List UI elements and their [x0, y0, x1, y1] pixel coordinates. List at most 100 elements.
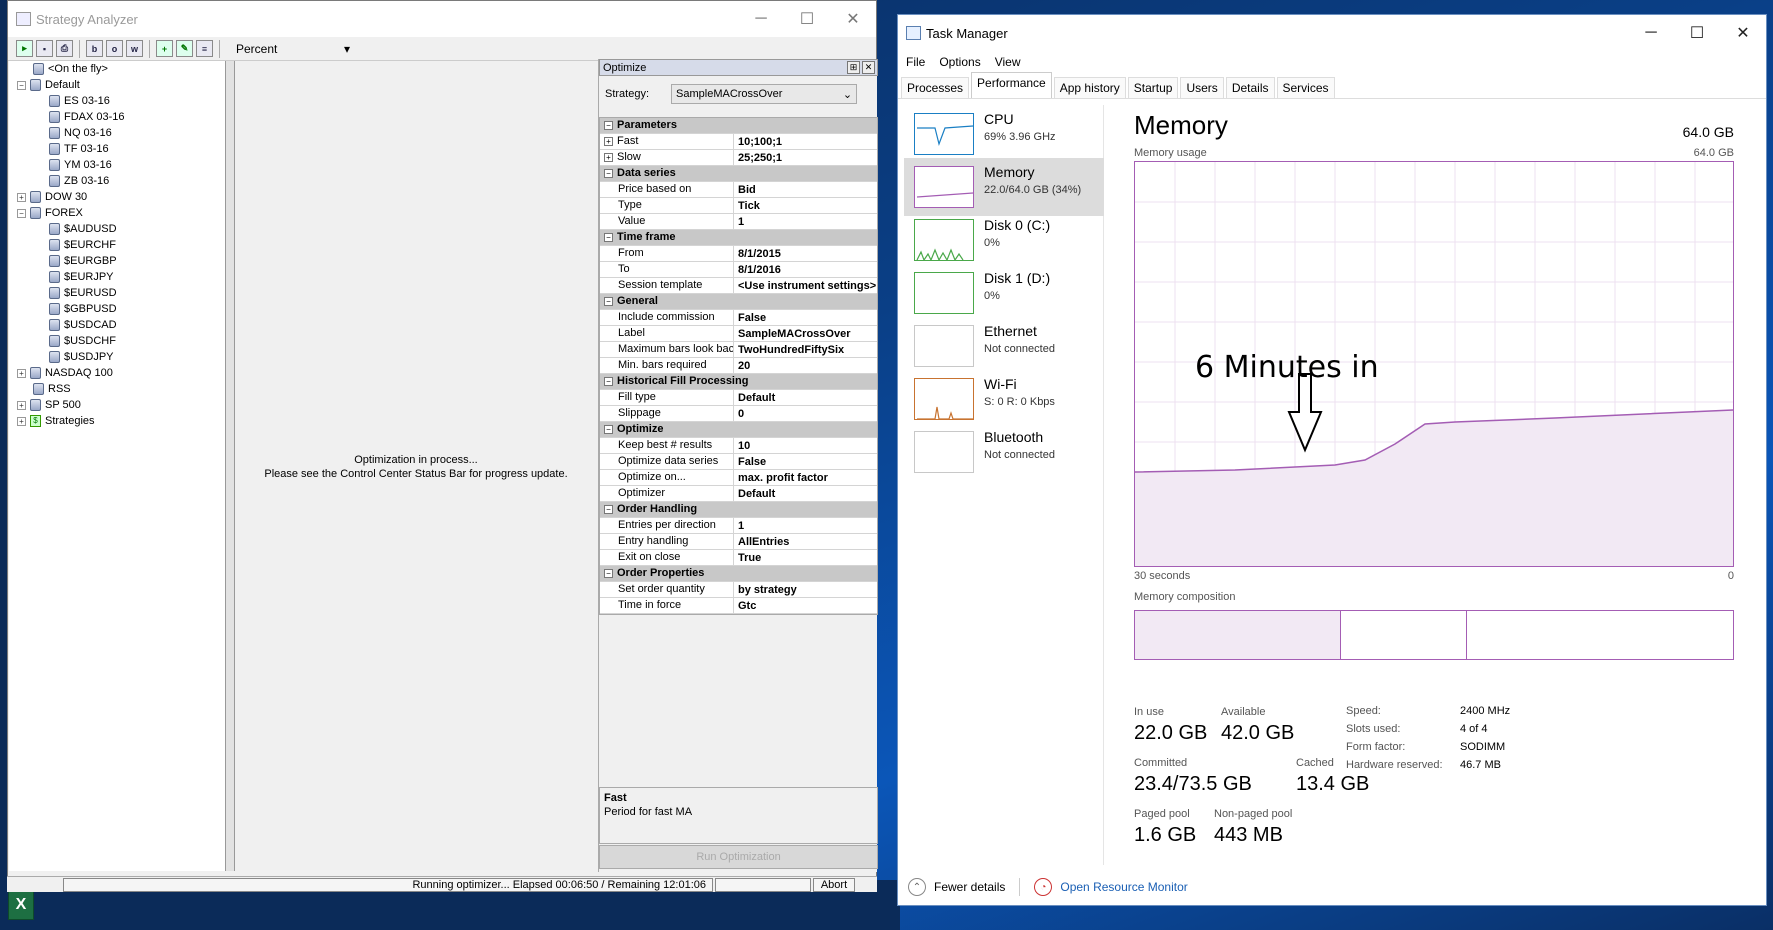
abort-button[interactable]: Abort [813, 878, 855, 892]
resource-item[interactable]: Disk 0 (C:) 0% [904, 211, 1104, 269]
close-panel-icon[interactable]: ✕ [862, 61, 875, 74]
tab-startup[interactable]: Startup [1127, 77, 1179, 98]
grid-value[interactable]: 1 [734, 520, 877, 532]
collapse-icon[interactable]: − [17, 208, 26, 218]
grid-value[interactable]: 20 [734, 360, 877, 372]
grid-value[interactable]: by strategy [734, 584, 877, 596]
collapse-icon[interactable]: − [604, 505, 613, 514]
grid-value[interactable]: max. profit factor [734, 472, 877, 484]
grid-row[interactable]: Optimize on... max. profit factor [600, 469, 877, 486]
tree-item[interactable]: $EURJPY [49, 269, 114, 285]
panel-splitter[interactable] [226, 61, 235, 871]
collapse-icon[interactable]: − [604, 169, 613, 178]
title-bar[interactable]: Strategy Analyzer ─ ☐ ✕ [8, 1, 876, 37]
grid-value[interactable]: Default [734, 488, 877, 500]
grid-section[interactable]: − Historical Fill Processing [600, 374, 877, 390]
grid-section[interactable]: − Data series [600, 166, 877, 182]
grid-value[interactable]: False [734, 456, 877, 468]
open-resource-monitor-link[interactable]: Open Resource Monitor [1060, 880, 1187, 894]
grid-value[interactable]: Tick [734, 200, 877, 212]
tree-item[interactable]: $USDCHF [49, 333, 116, 349]
grid-row[interactable]: Slippage 0 [600, 405, 877, 422]
resource-item[interactable]: CPU 69% 3.96 GHz [904, 105, 1104, 163]
menu-file[interactable]: File [906, 55, 925, 69]
resource-item[interactable]: Wi-Fi S: 0 R: 0 Kbps [904, 370, 1104, 428]
grid-value[interactable]: True [734, 552, 877, 564]
grid-row[interactable]: From 8/1/2015 [600, 245, 877, 262]
expand-icon[interactable]: + [604, 153, 613, 162]
grid-value[interactable]: <Use instrument settings> [734, 280, 877, 292]
minimize-button[interactable]: ─ [738, 1, 784, 37]
instrument-tree[interactable]: <On the fly> − Default ES 03-16 FDAX 03-16 NQ… [9, 61, 226, 871]
fewer-details-link[interactable]: Fewer details [934, 880, 1005, 894]
grid-section[interactable]: − Optimize [600, 422, 877, 438]
grid-row[interactable]: Entries per direction 1 [600, 517, 877, 534]
tree-item[interactable]: + SP 500 [17, 397, 81, 413]
grid-row[interactable]: Value 1 [600, 213, 877, 230]
grid-row[interactable]: Set order quantity by strategy [600, 581, 877, 598]
tree-item[interactable]: − Default [17, 77, 80, 93]
tree-item[interactable]: + DOW 30 [17, 189, 87, 205]
grid-row[interactable]: Keep best # results 10 [600, 437, 877, 454]
menu-view[interactable]: View [995, 55, 1021, 69]
grid-section[interactable]: − General [600, 294, 877, 310]
tab-performance[interactable]: Performance [971, 72, 1052, 98]
tree-item[interactable]: YM 03-16 [49, 157, 112, 173]
tree-item[interactable]: ES 03-16 [49, 93, 110, 109]
collapse-icon[interactable]: − [17, 80, 26, 90]
tree-item[interactable]: $EURUSD [49, 285, 117, 301]
expand-icon[interactable]: + [604, 137, 613, 146]
property-grid[interactable]: − Parameters + Fast 10;100;1 + Slow 25;250;1− Da… [599, 117, 878, 615]
chevron-up-icon[interactable]: ⌃ [908, 878, 926, 896]
tree-item[interactable]: + $ Strategies [17, 413, 95, 429]
collapse-icon[interactable]: − [604, 121, 613, 130]
edit-icon[interactable]: ✎ [176, 40, 193, 57]
walkforward-icon[interactable]: w [126, 40, 143, 57]
menu-options[interactable]: Options [939, 55, 980, 69]
tree-item[interactable]: + NASDAQ 100 [17, 365, 113, 381]
optimize-icon[interactable]: o [106, 40, 123, 57]
grid-value[interactable]: 25;250;1 [734, 152, 877, 164]
grid-value[interactable]: Default [734, 392, 877, 404]
tab-users[interactable]: Users [1180, 77, 1224, 98]
resource-item[interactable]: Disk 1 (D:) 0% [904, 264, 1104, 322]
collapse-icon[interactable]: − [604, 297, 613, 306]
maximize-button[interactable]: ☐ [784, 1, 830, 37]
backtest-icon[interactable]: b [86, 40, 103, 57]
grid-row[interactable]: Price based on Bid [600, 181, 877, 198]
tree-item[interactable]: <On the fly> [33, 61, 108, 77]
tree-item[interactable]: ZB 03-16 [49, 173, 109, 189]
collapse-icon[interactable]: − [604, 233, 613, 242]
grid-row[interactable]: Optimize data series False [600, 453, 877, 470]
grid-row[interactable]: Include commission False [600, 309, 877, 326]
grid-row[interactable]: Min. bars required 20 [600, 357, 877, 374]
tree-item[interactable]: $USDJPY [49, 349, 114, 365]
grid-value[interactable]: TwoHundredFiftySix [734, 344, 877, 356]
run-optimization-button[interactable]: Run Optimization [599, 845, 878, 869]
expand-icon[interactable]: + [17, 400, 26, 410]
expand-icon[interactable]: + [17, 416, 26, 426]
tab-services[interactable]: Services [1276, 77, 1335, 98]
tree-item[interactable]: RSS [33, 381, 71, 397]
tree-item[interactable]: $AUDUSD [49, 221, 117, 237]
save-icon[interactable]: ▪ [36, 40, 53, 57]
display-unit-select[interactable]: Percent ▾ [232, 40, 354, 58]
tree-item[interactable]: $USDCAD [49, 317, 117, 333]
grid-row[interactable]: Session template <Use instrument settings… [600, 277, 877, 294]
tm-minimize-button[interactable]: ─ [1628, 15, 1674, 51]
grid-value[interactable]: 10;100;1 [734, 136, 877, 148]
grid-section[interactable]: − Parameters [600, 118, 877, 134]
grid-value[interactable]: 0 [734, 408, 877, 420]
tab-processes[interactable]: Processes [901, 77, 970, 98]
tab-details[interactable]: Details [1225, 77, 1275, 98]
close-button[interactable]: ✕ [830, 1, 876, 37]
grid-value[interactable]: Gtc [734, 600, 877, 612]
grid-row[interactable]: Fill type Default [600, 389, 877, 406]
grid-value[interactable]: SampleMACrossOver [734, 328, 877, 340]
tm-maximize-button[interactable]: ☐ [1674, 15, 1720, 51]
grid-value[interactable]: Bid [734, 184, 877, 196]
grid-value[interactable]: 10 [734, 440, 877, 452]
grid-value[interactable]: 8/1/2016 [734, 264, 877, 276]
resource-item[interactable]: Ethernet Not connected [904, 317, 1104, 375]
tree-item[interactable]: NQ 03-16 [49, 125, 112, 141]
